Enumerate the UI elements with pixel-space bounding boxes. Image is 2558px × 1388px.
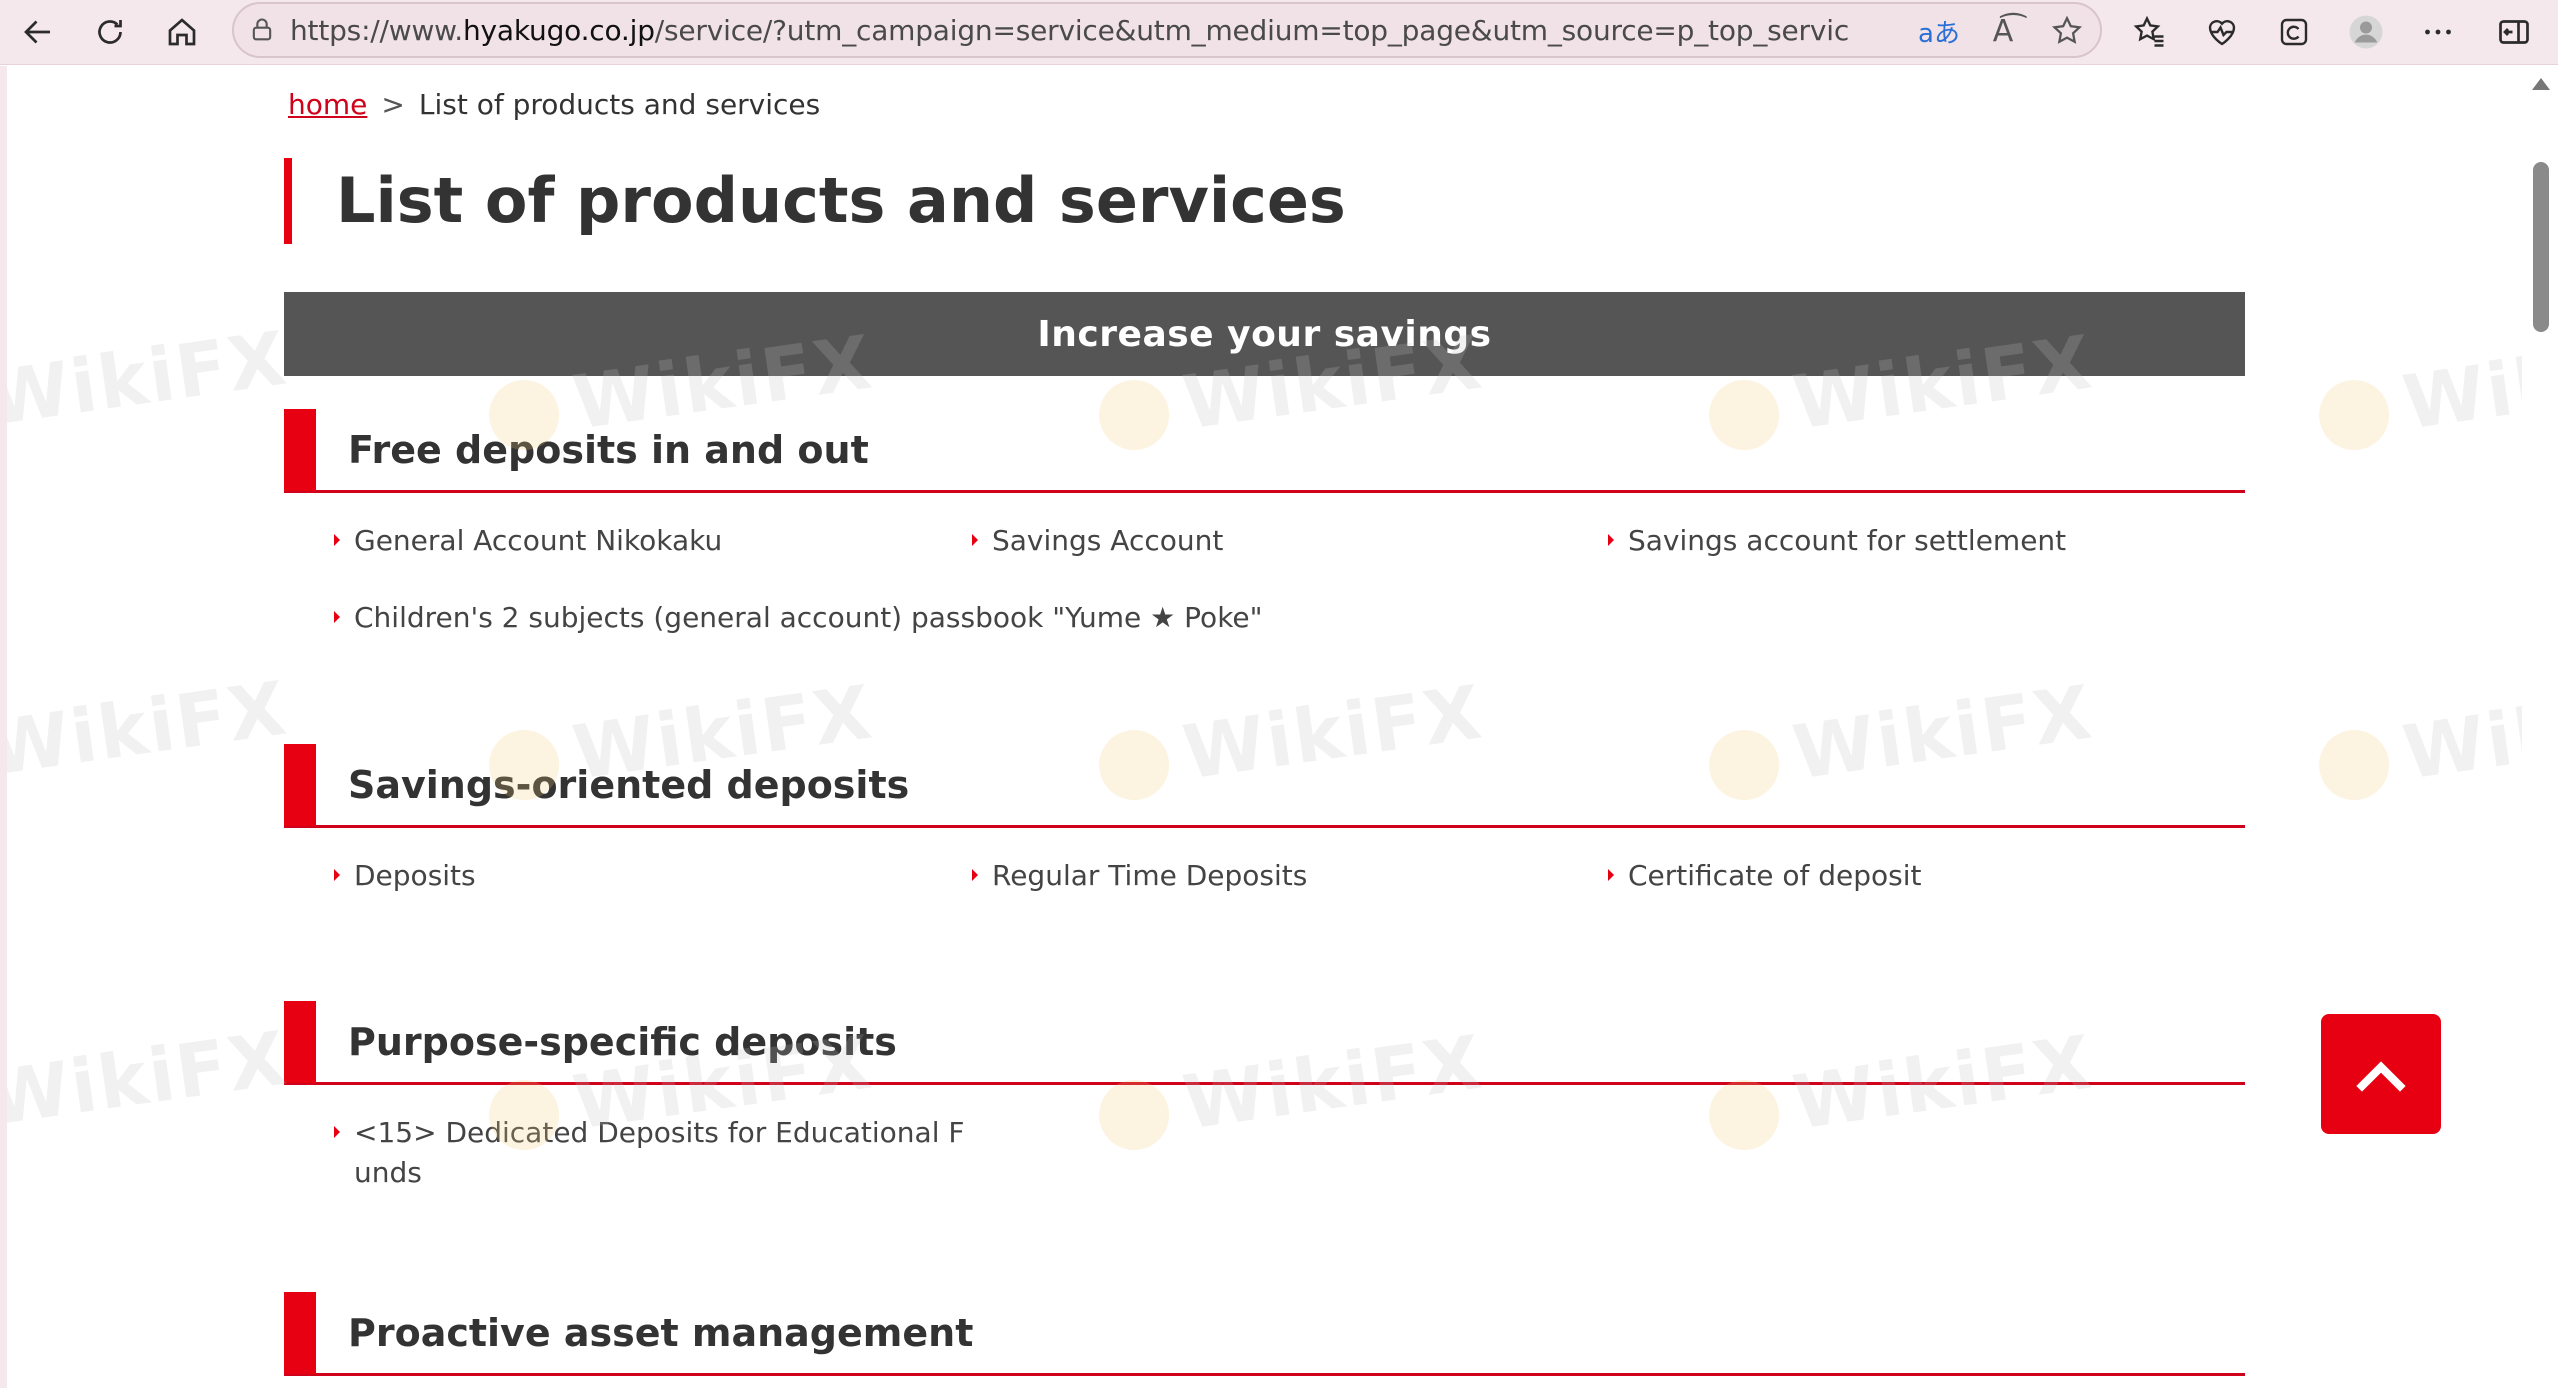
vertical-scrollbar[interactable] — [2522, 66, 2558, 1388]
link-label-continued: unds — [354, 1156, 422, 1189]
link-label: <15> Dedicated Deposits for Educational … — [354, 1116, 965, 1149]
watermark-logo — [2314, 725, 2394, 806]
section-accent-bar — [284, 1001, 316, 1083]
watermark-logo — [2314, 375, 2394, 456]
section-accent-bar — [284, 1292, 316, 1374]
url-text[interactable]: https://www.hyakugo.co.jp/service/?utm_c… — [290, 14, 1850, 47]
watermark: WikiFX — [2313, 319, 2522, 458]
link-savings-account-settlement[interactable]: Savings account for settlement — [1608, 521, 2067, 561]
watermark-text: WikiFX — [7, 315, 293, 443]
scroll-up-arrow-icon[interactable] — [2532, 78, 2550, 90]
watermark-logo — [1704, 1075, 1784, 1156]
back-to-top-button[interactable] — [2321, 1014, 2441, 1134]
section-heading: Purpose-specific deposits — [284, 1001, 2245, 1085]
section-proactive-asset-management: Proactive asset management — [284, 1292, 2245, 1376]
section-heading: Free deposits in and out — [284, 409, 2245, 493]
section-title: Free deposits in and out — [348, 427, 869, 472]
window-edge — [0, 66, 7, 1388]
link-label: Savings Account — [992, 524, 1224, 557]
arrow-icon — [334, 1126, 340, 1138]
link-label: General Account Nikokaku — [354, 524, 723, 557]
read-aloud-glyph: A͡ — [1992, 13, 2014, 49]
section-heading: Savings-oriented deposits — [284, 744, 2245, 828]
section-accent-bar — [284, 744, 316, 826]
watermark-text: WikiFX — [2398, 319, 2522, 447]
arrow-icon — [972, 534, 978, 546]
profile-icon[interactable] — [2340, 6, 2392, 58]
chevron-up-icon — [2356, 1061, 2406, 1092]
section-title: Purpose-specific deposits — [348, 1019, 897, 1064]
link-savings-account[interactable]: Savings Account — [972, 521, 1224, 561]
link-label: Savings account for settlement — [1628, 524, 2067, 557]
savings-banner: Increase your savings — [284, 292, 2245, 376]
breadcrumb-current: List of products and services — [418, 88, 821, 121]
link-label: Regular Time Deposits — [992, 859, 1308, 892]
arrow-icon — [972, 869, 978, 881]
link-educational-funds-deposit[interactable]: <15> Dedicated Deposits for Educational … — [334, 1113, 965, 1193]
watermark-text: WikiFX — [2398, 669, 2522, 797]
scrollbar-thumb[interactable] — [2533, 162, 2549, 332]
translate-glyph: aあ — [1918, 18, 1960, 49]
page-viewport: home > List of products and services List … — [7, 66, 2522, 1388]
link-childrens-passbook[interactable]: Children's 2 subjects (general account) … — [334, 598, 1263, 638]
lock-icon[interactable] — [234, 16, 290, 44]
url-host: hyakugo.co.jp — [463, 13, 655, 47]
watermark: WikiFX — [7, 315, 293, 442]
watermark-text: WikiFX — [7, 665, 293, 793]
watermark: WikiFX — [7, 665, 293, 792]
arrow-icon — [334, 534, 340, 546]
sidebar-icon[interactable] — [2488, 6, 2540, 58]
link-regular-time-deposits[interactable]: Regular Time Deposits — [972, 856, 1308, 896]
link-deposits[interactable]: Deposits — [334, 856, 476, 896]
arrow-icon — [1608, 534, 1614, 546]
favorites-icon[interactable] — [2124, 6, 2176, 58]
arrow-icon — [334, 611, 340, 623]
section-title: Proactive asset management — [348, 1310, 974, 1355]
link-certificate-of-deposit[interactable]: Certificate of deposit — [1608, 856, 1922, 896]
link-label: Certificate of deposit — [1628, 859, 1922, 892]
page-title: List of products and services — [284, 158, 1346, 244]
breadcrumb-separator: > — [381, 88, 405, 121]
arrow-icon — [1608, 869, 1614, 881]
favorite-star-icon[interactable] — [2044, 8, 2090, 54]
arrow-icon — [334, 869, 340, 881]
watermark-text: WikiFX — [7, 1015, 293, 1143]
section-savings-oriented: Savings-oriented deposits Deposits Regul… — [284, 744, 2245, 892]
watermark-logo — [1094, 1075, 1174, 1156]
more-icon[interactable] — [2412, 6, 2464, 58]
link-label: Deposits — [354, 859, 476, 892]
browser-toolbar: https://www.hyakugo.co.jp/service/?utm_c… — [0, 0, 2558, 65]
collections-icon[interactable] — [2268, 6, 2320, 58]
url-prefix: https://www. — [290, 13, 463, 47]
url-path: /service/?utm_campaign=service&utm_mediu… — [654, 13, 1850, 47]
link-label: Children's 2 subjects (general account) … — [354, 601, 1263, 634]
health-icon[interactable] — [2196, 6, 2248, 58]
link-general-account-nikokaku[interactable]: General Account Nikokaku — [334, 521, 723, 561]
watermark: WikiFX — [7, 1015, 293, 1142]
breadcrumb: home > List of products and services — [288, 88, 820, 121]
read-aloud-icon[interactable]: A͡ — [1980, 8, 2026, 54]
back-icon[interactable] — [12, 6, 64, 58]
section-free-deposits: Free deposits in and out General Account… — [284, 409, 2245, 634]
address-bar[interactable]: https://www.hyakugo.co.jp/service/?utm_c… — [232, 2, 2102, 58]
section-heading: Proactive asset management — [284, 1292, 2245, 1376]
home-icon[interactable] — [156, 6, 208, 58]
section-purpose-specific: Purpose-specific deposits <15> Dedicated… — [284, 1001, 2245, 1189]
refresh-icon[interactable] — [84, 6, 136, 58]
section-accent-bar — [284, 409, 316, 491]
breadcrumb-home-link[interactable]: home — [288, 88, 367, 121]
translate-icon[interactable]: aあ — [1916, 8, 1962, 54]
watermark: WikiFX — [2313, 669, 2522, 808]
section-title: Savings-oriented deposits — [348, 762, 910, 807]
